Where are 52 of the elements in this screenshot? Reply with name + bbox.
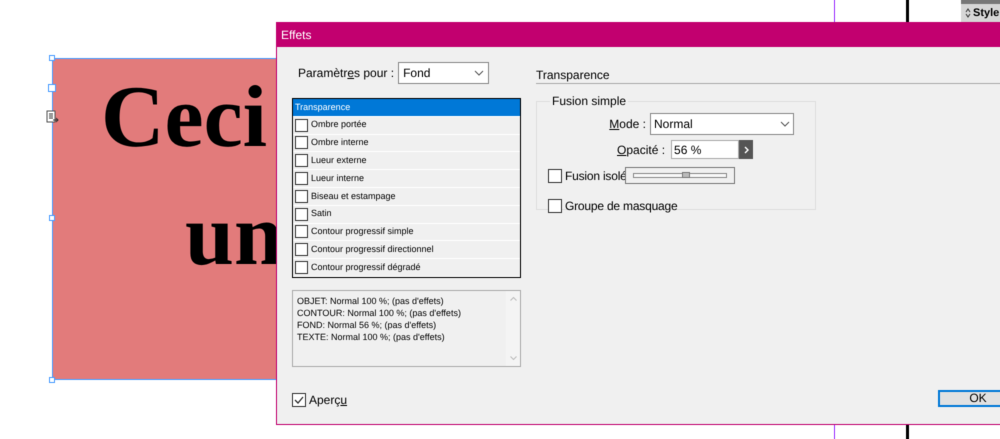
checkmark-icon — [294, 396, 304, 404]
option-checkbox-row[interactable]: Groupe de masquage — [548, 197, 804, 215]
out-port-icon[interactable] — [46, 110, 60, 124]
checkbox[interactable] — [295, 154, 308, 168]
slider-thumb[interactable] — [682, 172, 690, 178]
option-label: Groupe de masquage — [565, 198, 678, 215]
preview-checkbox-row[interactable]: Aperçu — [292, 391, 521, 409]
window-title: Effets — [281, 26, 312, 44]
preview-label: Aperçu — [309, 392, 348, 409]
effect-item[interactable]: Lueur externe — [293, 152, 520, 170]
slider-toggle-button[interactable] — [739, 140, 754, 159]
checkbox[interactable] — [295, 136, 308, 150]
checkbox[interactable] — [295, 208, 308, 221]
settings-for-dropdown[interactable]: Fond — [398, 62, 490, 84]
effect-item[interactable]: Ombre interne — [293, 134, 520, 152]
selection-handle[interactable] — [49, 215, 55, 221]
effect-item[interactable]: Lueur interne — [293, 170, 520, 188]
ok-button[interactable]: OK — [938, 390, 1000, 407]
effect-item[interactable]: Biseau et estampage — [293, 188, 520, 206]
effect-item[interactable]: Contour progressif directionnel — [293, 241, 520, 260]
up-down-icon — [965, 8, 971, 18]
opacity-field[interactable]: 56 % — [671, 140, 740, 159]
mode-label: Mode : — [609, 116, 646, 133]
selection-handle[interactable] — [49, 55, 55, 61]
chevron-right-icon — [744, 146, 749, 154]
frame-text: un — [185, 186, 283, 286]
checkbox[interactable] — [292, 393, 306, 407]
checkbox[interactable] — [295, 118, 308, 132]
checkbox[interactable] — [295, 172, 308, 186]
checkbox[interactable] — [548, 199, 562, 213]
checkbox[interactable] — [548, 169, 562, 183]
effect-item[interactable]: Ombre portée — [293, 116, 520, 135]
checkbox[interactable] — [295, 243, 308, 256]
effect-item[interactable]: Contour progressif dégradé — [293, 259, 520, 277]
selection-handle[interactable] — [48, 84, 56, 92]
effect-item[interactable]: Transparence — [293, 99, 520, 117]
opacity-label: Opacité : — [617, 142, 666, 158]
group-title: Fusion simple — [551, 93, 628, 110]
panel-tab-label: Style — [973, 6, 1000, 21]
checkbox[interactable] — [295, 261, 308, 274]
effect-item[interactable]: Contour progressif simple — [293, 224, 520, 242]
checkbox[interactable] — [295, 225, 308, 238]
effect-item[interactable]: Satin — [293, 206, 520, 224]
chevron-down-icon — [780, 121, 790, 127]
chevron-down-icon — [474, 70, 484, 76]
mode-dropdown[interactable]: Normal — [650, 113, 794, 135]
checkbox[interactable] — [295, 190, 308, 203]
frame-text: Ceci — [101, 68, 268, 168]
selection-handle[interactable] — [49, 377, 55, 383]
section-title: Transparence — [536, 67, 610, 84]
panel-tab[interactable]: Style — [961, 0, 1000, 22]
opacity-slider[interactable] — [633, 173, 727, 178]
